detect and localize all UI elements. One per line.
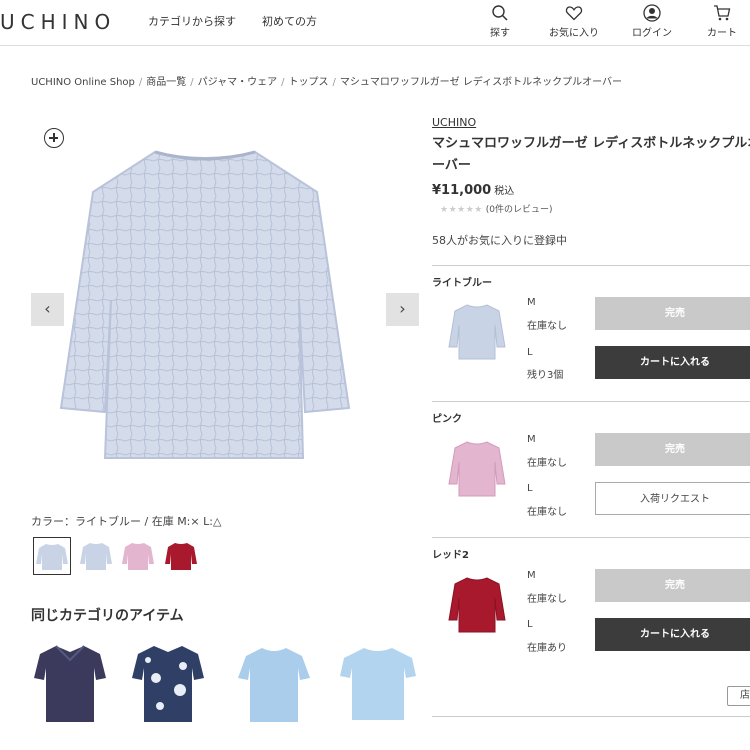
header-favorites-button[interactable]: お気に入り [539,4,609,39]
store-stock-button[interactable]: 店 [727,686,750,706]
header-login-button[interactable]: ログイン [617,4,687,39]
tax-label: 税込 [494,186,515,197]
related-item-3[interactable] [234,638,314,724]
variant-3-image [448,577,506,633]
variant-1-size-m: M [527,297,536,308]
variant-2-size-l: L [527,483,533,494]
related-item-3-image [238,648,310,722]
header-cart-button[interactable]: カート [687,4,750,39]
header-search-button[interactable]: 探す [465,4,535,39]
related-item-4[interactable] [338,638,418,724]
color-stock-text: カラー：ライトブルー / 在庫 M:× L:△ [31,515,222,528]
variant-2-size-m: M [527,434,536,445]
product-main-image [59,150,351,459]
variant-3-stock-l: 在庫あり [527,643,567,654]
related-section-title: 同じカテゴリのアイテム [31,608,184,624]
star-rating-icon: ★★★★★ [440,205,483,215]
nav-category-link[interactable]: カテゴリから探す [148,13,236,29]
thumbnail-3-image [122,543,154,570]
variant-2-l-restock-request-button[interactable]: 入荷リクエスト [595,482,750,515]
site-logo[interactable]: UCHINO [0,10,116,34]
nav-first-time-link[interactable]: 初めての方 [262,13,317,29]
variant-2-image [448,441,506,497]
thumbnail-2-image [80,543,112,570]
divider [432,537,750,538]
variant-1-label: ライトブルー [432,278,492,289]
rating[interactable]: ★★★★★ (0件のレビュー) [440,202,552,215]
variant-1-stock-l: 残り3個 [527,370,564,381]
price-value: ¥11,000 [432,183,492,198]
thumbnail-2[interactable] [77,537,115,575]
favorite-count: 58人がお気に入りに登録中 [432,234,567,247]
user-icon [643,4,661,22]
search-icon [492,5,508,21]
divider [432,265,750,266]
divider [432,401,750,402]
brand-link[interactable]: UCHINO [432,116,476,129]
cart-label: カート [707,28,737,39]
cart-icon [714,5,731,21]
breadcrumb-subcategory[interactable]: トップス [289,77,329,88]
variant-1-m-soldout-button: 完売 [595,297,750,330]
variant-3-label: レッド2 [432,550,469,561]
variant-2-label: ピンク [432,414,462,425]
variant-1-l-add-to-cart-button[interactable]: カートに入れる [595,346,750,379]
login-label: ログイン [632,28,672,39]
variant-3-m-soldout-button: 完売 [595,569,750,602]
variant-3-l-add-to-cart-button[interactable]: カートに入れる [595,618,750,651]
favorites-label: お気に入り [549,28,599,39]
heart-icon [565,6,583,21]
variant-1-size-l: L [527,347,533,358]
related-item-2-image [132,646,204,722]
site-header: UCHINO カテゴリから探す 初めての方 探す お気に入り ログイン カート [0,0,750,46]
breadcrumb: UCHINO Online Shop / 商品一覧 / パジャマ・ウェア / トップス / マシ… [31,77,622,88]
variant-3-stock-m: 在庫なし [527,594,567,605]
variant-1-image [448,304,506,360]
breadcrumb-products[interactable]: 商品一覧 [146,77,186,88]
variant-1-stock-m: 在庫なし [527,321,567,332]
thumbnail-4[interactable] [162,537,200,575]
variant-3-size-m: M [527,570,536,581]
product-price: ¥11,000 税込 [432,182,514,198]
gallery-next-button[interactable]: › [386,293,419,326]
review-count: (0件のレビュー) [485,205,553,215]
variant-3-size-l: L [527,619,533,630]
variant-2-stock-l: 在庫なし [527,507,567,518]
thumbnail-4-image [165,543,197,570]
related-item-2[interactable] [128,638,208,724]
gallery-prev-button[interactable]: ‹ [31,293,64,326]
product-title: マシュマロワッフルガーゼ レディスボトルネックプルオーバー [432,136,750,173]
breadcrumb-category[interactable]: パジャマ・ウェア [198,77,278,88]
related-item-4-image [340,648,416,720]
divider [432,716,750,717]
search-label: 探す [490,28,510,39]
thumbnail-1[interactable] [33,537,71,575]
related-item-1[interactable] [30,638,110,724]
thumbnail-1-image [36,544,68,570]
breadcrumb-current: マシュマロワッフルガーゼ レディスボトルネックプルオーバー [339,77,622,88]
related-item-1-image [34,645,106,722]
thumbnail-3[interactable] [119,537,157,575]
breadcrumb-home[interactable]: UCHINO Online Shop [31,77,135,88]
variant-2-m-soldout-button: 完売 [595,433,750,466]
variant-2-stock-m: 在庫なし [527,458,567,469]
